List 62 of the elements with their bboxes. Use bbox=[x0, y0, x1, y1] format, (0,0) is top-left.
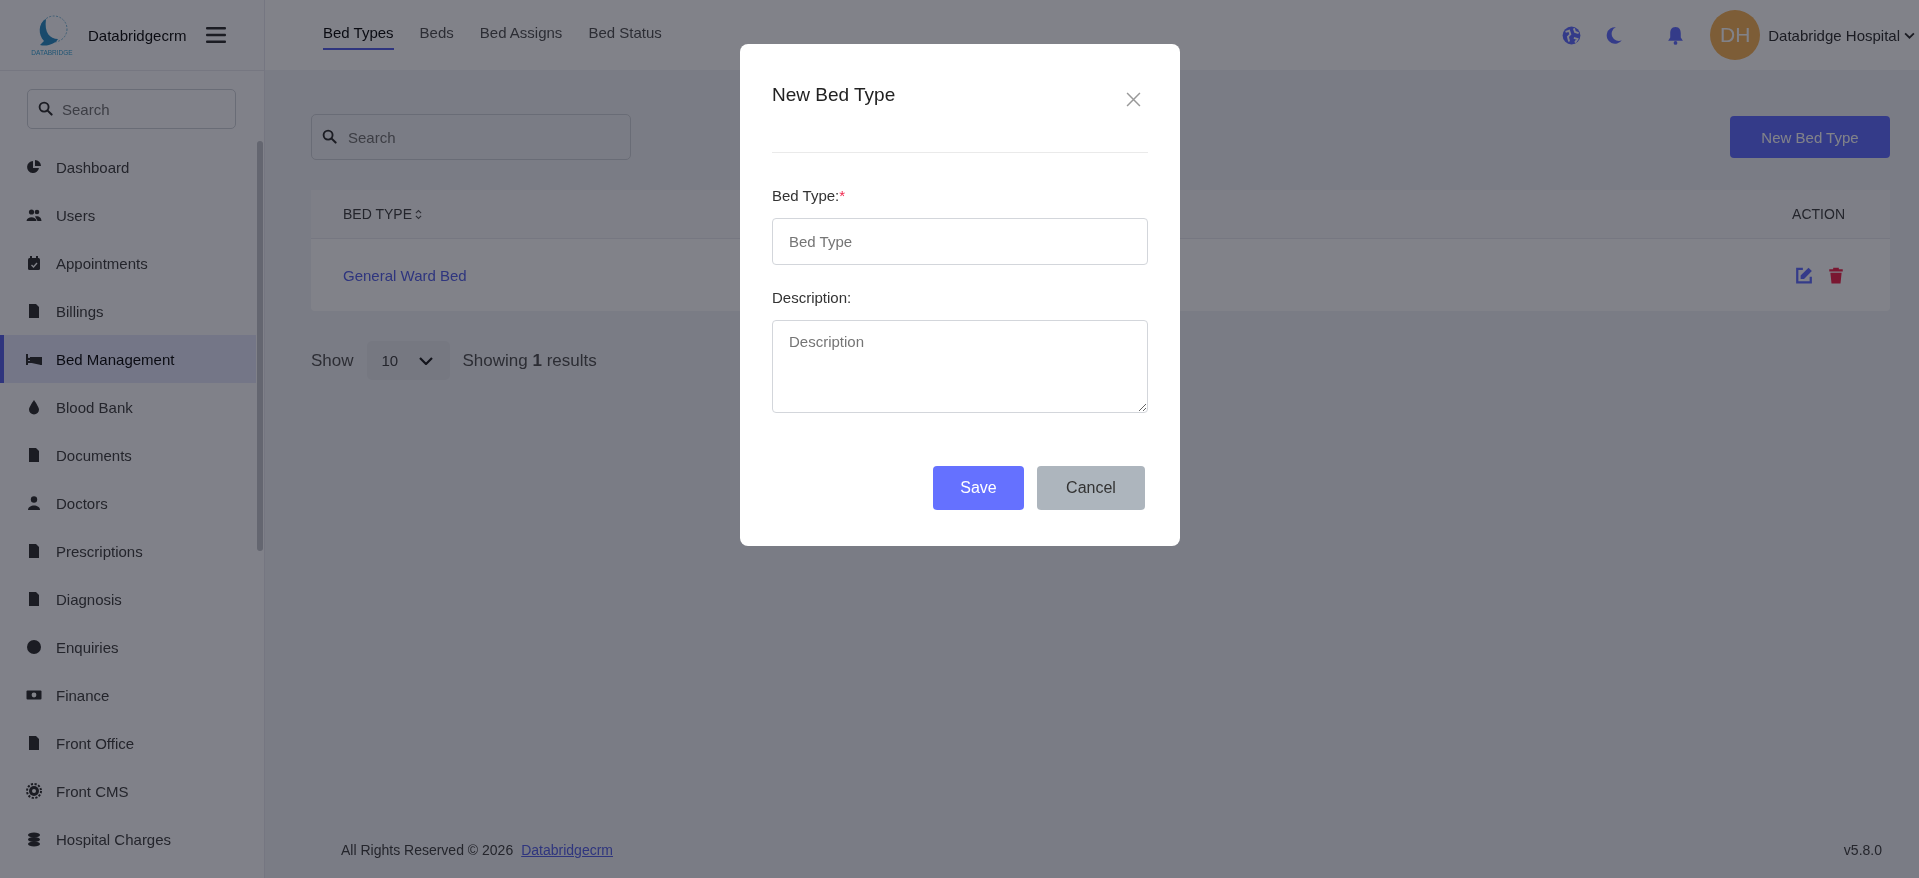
doctor-icon bbox=[26, 495, 42, 511]
bell-icon[interactable] bbox=[1666, 25, 1686, 45]
trash-icon[interactable] bbox=[1827, 265, 1845, 285]
sidebar-item[interactable]: Dashboard bbox=[0, 143, 252, 191]
cancel-button[interactable]: Cancel bbox=[1037, 466, 1145, 510]
tab[interactable]: Bed Types bbox=[323, 20, 394, 50]
scrollbar-thumb[interactable] bbox=[257, 141, 263, 551]
sidebar-item[interactable]: Documents bbox=[0, 431, 252, 479]
sidebar-item[interactable]: Billings bbox=[0, 287, 252, 335]
sidebar-item[interactable]: Users bbox=[0, 191, 252, 239]
globe-icon[interactable] bbox=[1562, 25, 1582, 45]
chevron-down-icon bbox=[418, 356, 433, 365]
close-icon[interactable] bbox=[1126, 92, 1141, 107]
version-text: v5.8.0 bbox=[1843, 842, 1882, 858]
bed-icon bbox=[26, 351, 42, 367]
sidebar-item[interactable]: Enquiries bbox=[0, 623, 252, 671]
tab[interactable]: Beds bbox=[419, 20, 454, 50]
search-icon bbox=[322, 129, 337, 144]
sidebar-item[interactable]: Diagnosis bbox=[0, 575, 252, 623]
save-button[interactable]: Save bbox=[933, 466, 1024, 510]
column-header[interactable]: BED TYPE bbox=[343, 206, 422, 222]
pie-chart-icon bbox=[26, 159, 42, 175]
document-icon bbox=[26, 447, 42, 463]
description-textarea[interactable]: Description bbox=[772, 320, 1148, 413]
sidebar-item[interactable]: Blood Bank bbox=[0, 383, 252, 431]
tab[interactable]: Bed Assigns bbox=[479, 20, 563, 50]
edit-icon[interactable] bbox=[1795, 265, 1813, 285]
drop-icon bbox=[26, 399, 42, 415]
sidebar-item[interactable]: Finance bbox=[0, 671, 252, 719]
user-menu[interactable]: Databridge Hospital bbox=[1760, 26, 1915, 44]
sidebar-item[interactable]: Front Office bbox=[0, 719, 252, 767]
users-icon bbox=[26, 207, 42, 223]
search-icon bbox=[38, 101, 53, 116]
menu-icon[interactable] bbox=[206, 27, 227, 43]
sidebar-item[interactable]: Prescriptions bbox=[0, 527, 252, 575]
table-cell-link[interactable]: General Ward Bed bbox=[343, 266, 467, 284]
sidebar-item[interactable]: Bed Management bbox=[0, 335, 256, 383]
brand-name: Databridgecrm bbox=[88, 26, 187, 44]
page-size-select[interactable]: 10 bbox=[366, 341, 450, 380]
sidebar-item[interactable]: Doctors bbox=[0, 479, 252, 527]
column-header: ACTION bbox=[1792, 206, 1845, 222]
gear-icon bbox=[26, 783, 42, 799]
moon-icon[interactable] bbox=[1604, 25, 1624, 45]
sort-icon bbox=[415, 208, 422, 220]
sidebar-item[interactable]: Front CMS bbox=[0, 767, 252, 815]
copyright-text: All Rights Reserved © 2026 bbox=[341, 842, 514, 858]
sidebar-item[interactable]: Hospital Charges bbox=[0, 815, 252, 863]
modal-title: New Bed Type bbox=[772, 84, 896, 106]
search-field[interactable]: Search bbox=[311, 114, 631, 160]
bed-type-input[interactable]: Bed Type bbox=[772, 218, 1148, 265]
sidebar-item[interactable]: Appointments bbox=[0, 239, 252, 287]
coins-icon bbox=[26, 831, 42, 847]
caret-icon bbox=[1904, 31, 1915, 39]
calendar-icon bbox=[26, 255, 42, 271]
field-label: Bed Type:* bbox=[772, 187, 847, 204]
search-field[interactable]: Search bbox=[27, 89, 236, 129]
footer-link[interactable]: Databridgecrm bbox=[521, 842, 613, 858]
field-label: Description: bbox=[772, 289, 853, 306]
tab[interactable]: Bed Status bbox=[588, 20, 662, 50]
new-bed-type-button[interactable]: New Bed Type bbox=[1730, 116, 1890, 158]
results-summary: Showing 1 results bbox=[462, 350, 597, 371]
show-label: Show bbox=[311, 350, 354, 371]
